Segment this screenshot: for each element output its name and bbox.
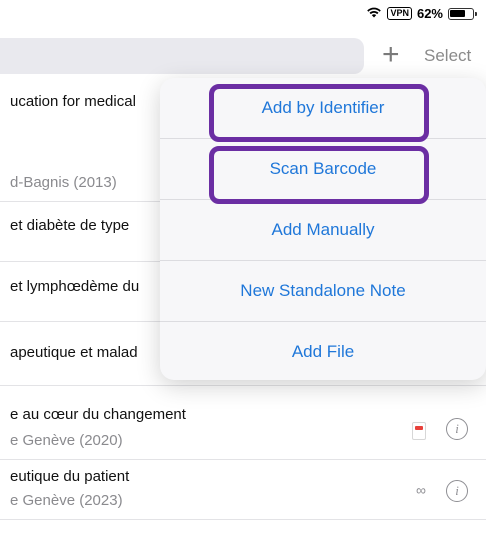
app-frame: VPN 62% + Select ucation for medical › d… <box>0 0 486 536</box>
item-title: eutique du patient <box>10 468 130 485</box>
battery-percent: 62% <box>416 6 443 21</box>
list-item[interactable]: e au cœur du changement e Genève (2020) … <box>0 398 486 460</box>
new-standalone-note-item[interactable]: New Standalone Note <box>160 261 486 321</box>
item-title: apeutique et malad <box>10 344 138 361</box>
list-item[interactable]: eutique du patient e Genève (2023) ∞ i <box>0 460 486 520</box>
add-button[interactable]: + <box>382 38 400 72</box>
search-bar[interactable] <box>0 38 364 74</box>
info-icon[interactable]: i <box>446 480 468 502</box>
item-subtitle: d-Bagnis (2013) <box>10 174 117 191</box>
vpn-badge: VPN <box>387 7 412 20</box>
item-subtitle: e Genève (2023) <box>10 492 123 509</box>
item-title: et lymphœdème du <box>10 278 140 295</box>
add-file-item[interactable]: Add File <box>160 322 486 382</box>
item-title: et diabète de type <box>10 217 130 234</box>
info-icon[interactable]: i <box>446 418 468 440</box>
select-button[interactable]: Select <box>424 46 471 66</box>
wifi-icon <box>366 6 382 21</box>
item-title: ucation for medical <box>10 93 136 110</box>
status-bar: VPN 62% <box>0 0 486 28</box>
add-manually-item[interactable]: Add Manually <box>160 200 486 260</box>
item-subtitle: e Genève (2020) <box>10 432 123 449</box>
battery-icon <box>448 7 477 20</box>
highlight-scan-barcode <box>209 146 429 204</box>
highlight-add-by-identifier <box>209 84 429 142</box>
item-title: e au cœur du changement <box>10 406 186 423</box>
link-icon: ∞ <box>416 482 426 498</box>
pdf-icon <box>412 422 426 440</box>
status-indicators: VPN 62% <box>366 6 477 21</box>
